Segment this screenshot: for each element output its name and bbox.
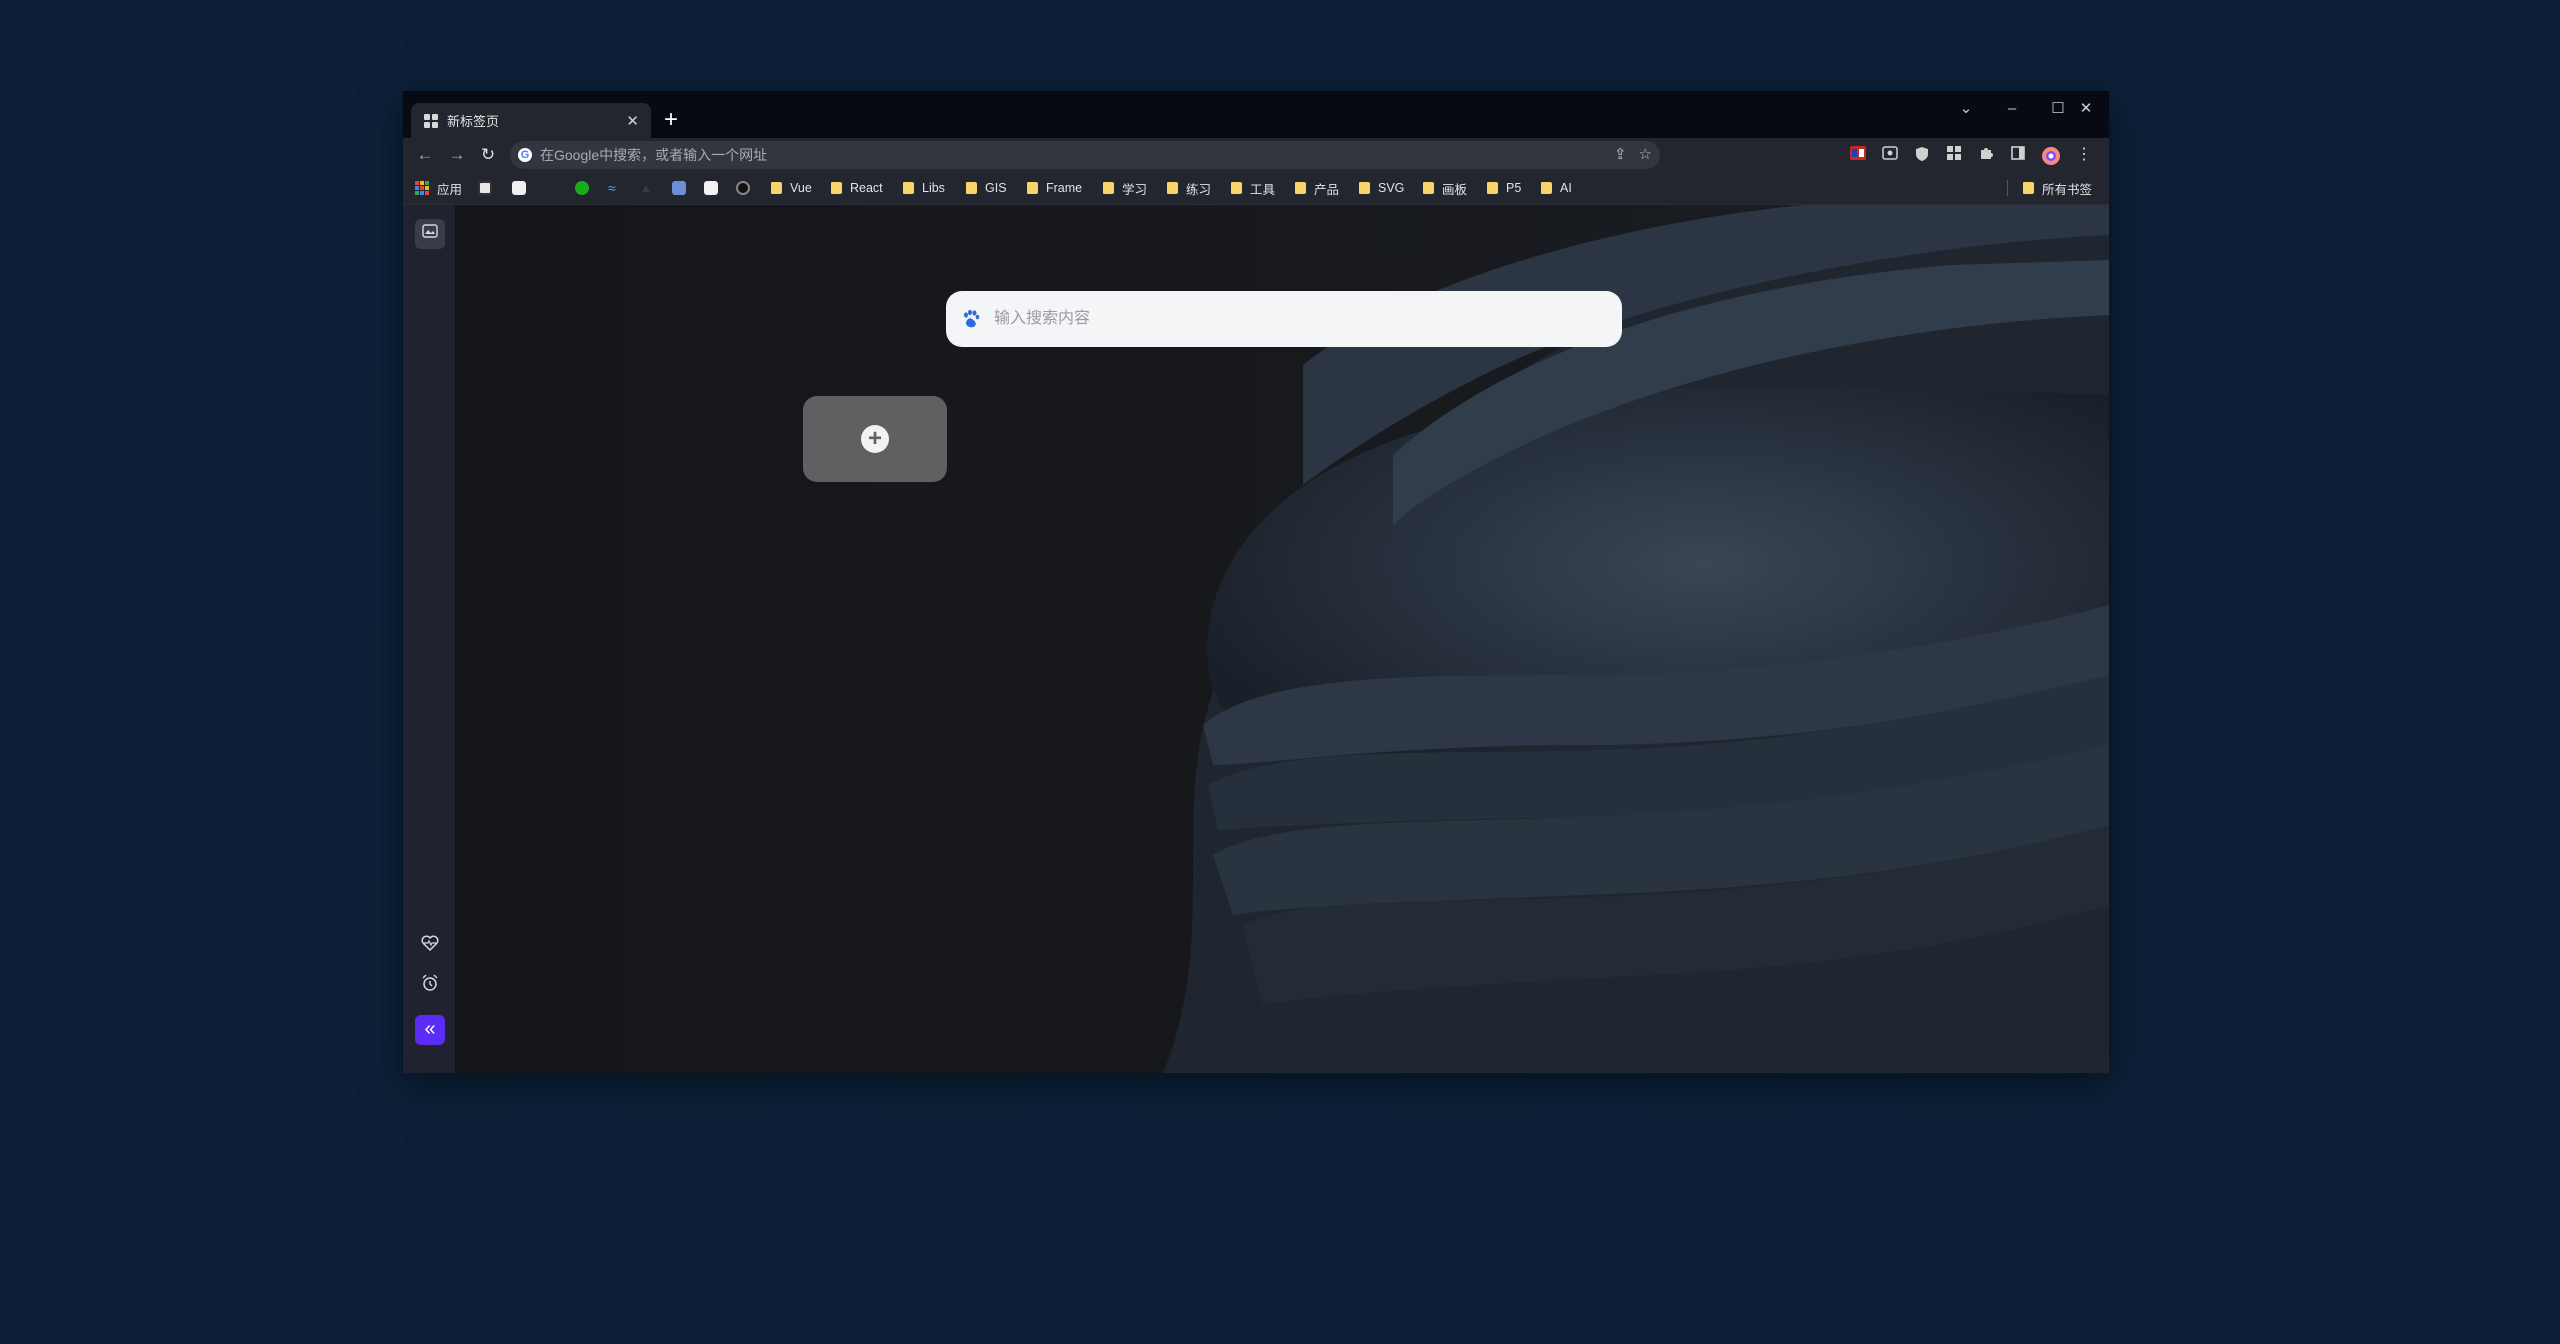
apps-grid-icon: [415, 181, 429, 195]
bookmark-folder[interactable]: 产品: [1295, 177, 1339, 199]
site-icon: [672, 181, 686, 195]
site-icon: [575, 181, 589, 195]
folder-icon: [2023, 182, 2034, 194]
heart-pulse-icon: [421, 935, 439, 952]
wallpaper-button[interactable]: [415, 219, 445, 249]
folder-icon: [1295, 182, 1306, 194]
search-box: [946, 291, 1622, 347]
bookmark-apps-label: 应用: [437, 182, 463, 197]
folder-icon: [1027, 182, 1038, 194]
sidebar: «: [403, 205, 455, 1073]
star-icon[interactable]: ☆: [1639, 145, 1652, 163]
divider: [2007, 180, 2008, 196]
reload-button[interactable]: ↻: [476, 143, 500, 167]
tab-new-tab[interactable]: 新标签页 ✕: [411, 103, 651, 138]
folder-icon: [1103, 182, 1114, 194]
google-icon: G: [518, 148, 532, 162]
bookmark-folder[interactable]: Libs: [903, 177, 945, 199]
new-tab-button[interactable]: +: [657, 107, 685, 135]
tab-search-button[interactable]: ⌄: [1943, 91, 1989, 131]
forward-button[interactable]: →: [445, 143, 469, 167]
folder-icon: [1167, 182, 1178, 194]
folder-icon: [1541, 182, 1552, 194]
shield-icon[interactable]: [1913, 146, 1931, 164]
menu-kebab-icon[interactable]: ⋮: [2075, 146, 2093, 164]
puzzle-icon[interactable]: [1977, 146, 1995, 164]
bookmark-site-5[interactable]: ▲: [640, 177, 652, 199]
folder-icon: [1487, 182, 1498, 194]
double-chevron-left-icon: «: [424, 1018, 436, 1040]
extension-fe-icon[interactable]: [1849, 146, 1867, 164]
folder-icon: [1423, 182, 1434, 194]
minimize-icon: –: [2007, 100, 2017, 117]
bookmark-folder[interactable]: SVG: [1359, 177, 1404, 199]
collapse-sidebar-button[interactable]: «: [415, 1015, 445, 1045]
bookmark-github[interactable]: [736, 177, 750, 199]
bookmark-apps[interactable]: 应用: [415, 177, 462, 199]
all-bookmarks-folder[interactable]: 所有书签: [2023, 177, 2092, 199]
bookmark-site-3[interactable]: [575, 177, 589, 199]
baidu-paw-icon[interactable]: [960, 308, 982, 330]
folder-icon: [1231, 182, 1242, 194]
plus-circle-icon: +: [861, 425, 889, 453]
bookmark-tailwind[interactable]: ≈: [608, 177, 616, 199]
heart-button[interactable]: [415, 932, 445, 962]
folder-icon: [903, 182, 914, 194]
folder-icon: [966, 182, 977, 194]
arrow-left-icon: ←: [416, 145, 434, 164]
triangle-icon: ▲: [640, 181, 652, 195]
bookmark-folder[interactable]: 画板: [1423, 177, 1467, 199]
close-icon: ✕: [2079, 100, 2093, 117]
bookmark-folder[interactable]: 学习: [1103, 177, 1147, 199]
site-icon: [512, 181, 526, 195]
bookmark-site-6[interactable]: [672, 177, 686, 199]
close-icon[interactable]: ✕: [626, 112, 639, 130]
bookmark-folder[interactable]: React: [831, 177, 883, 199]
address-bar[interactable]: G 在Google中搜索，或者输入一个网址 ⇪ ☆: [510, 141, 1660, 169]
extension-screenshot-icon[interactable]: [1881, 146, 1899, 164]
back-button[interactable]: ←: [413, 143, 437, 167]
bookmark-folder[interactable]: Vue: [771, 177, 812, 199]
bookmark-folder[interactable]: 练习: [1167, 177, 1211, 199]
tailwind-icon: ≈: [608, 180, 616, 196]
chevron-down-icon: ⌄: [1959, 100, 1973, 117]
site-icon: [478, 181, 492, 195]
bookmark-folder[interactable]: Frame: [1027, 177, 1082, 199]
new-tab-page: « +: [403, 205, 2109, 1073]
arrow-right-icon: →: [448, 145, 466, 164]
add-shortcut-tile[interactable]: +: [803, 396, 947, 482]
bookmark-site-1[interactable]: [478, 177, 492, 199]
avatar[interactable]: [2041, 146, 2060, 165]
github-icon: [736, 181, 750, 195]
bookmark-folder[interactable]: GIS: [966, 177, 1007, 199]
folder-icon: [771, 182, 782, 194]
side-panel-icon[interactable]: [2009, 146, 2027, 164]
grid-icon: [424, 113, 438, 128]
toolbar: ← → ↻ G 在Google中搜索，或者输入一个网址 ⇪ ☆ ⋮: [403, 138, 2109, 172]
wallpaper-icon: [422, 224, 438, 238]
bookmark-folder[interactable]: P5: [1487, 177, 1521, 199]
folder-icon: [1359, 182, 1370, 194]
address-placeholder: 在Google中搜索，或者输入一个网址: [540, 147, 768, 163]
bookmark-site-2[interactable]: [512, 177, 526, 199]
browser-window: 新标签页 ✕ + ⌄ – ☐ ✕ ← → ↻ G 在Google中搜索，或者输入…: [403, 91, 2109, 1073]
tab-title: 新标签页: [447, 114, 500, 129]
site-icon: [704, 181, 718, 195]
alarm-clock-icon: [422, 974, 438, 991]
bookmark-folder[interactable]: AI: [1541, 177, 1572, 199]
tab-strip: 新标签页 ✕ + ⌄ – ☐ ✕: [403, 91, 2109, 138]
alarm-button[interactable]: [415, 973, 445, 1003]
share-icon[interactable]: ⇪: [1614, 145, 1627, 163]
bookmarks-bar: 应用 ≈ ▲ Vue React Libs GIS Frame 学习 练习 工具…: [403, 172, 2109, 205]
bookmark-folder[interactable]: 工具: [1231, 177, 1275, 199]
folder-icon: [831, 182, 842, 194]
search-input[interactable]: [992, 309, 1596, 329]
close-window-button[interactable]: ✕: [2063, 91, 2109, 131]
reload-icon: ↻: [480, 145, 496, 164]
extension-grid-icon[interactable]: [1945, 146, 1963, 164]
minimize-button[interactable]: –: [1989, 91, 2035, 131]
bookmark-site-7[interactable]: [704, 177, 718, 199]
